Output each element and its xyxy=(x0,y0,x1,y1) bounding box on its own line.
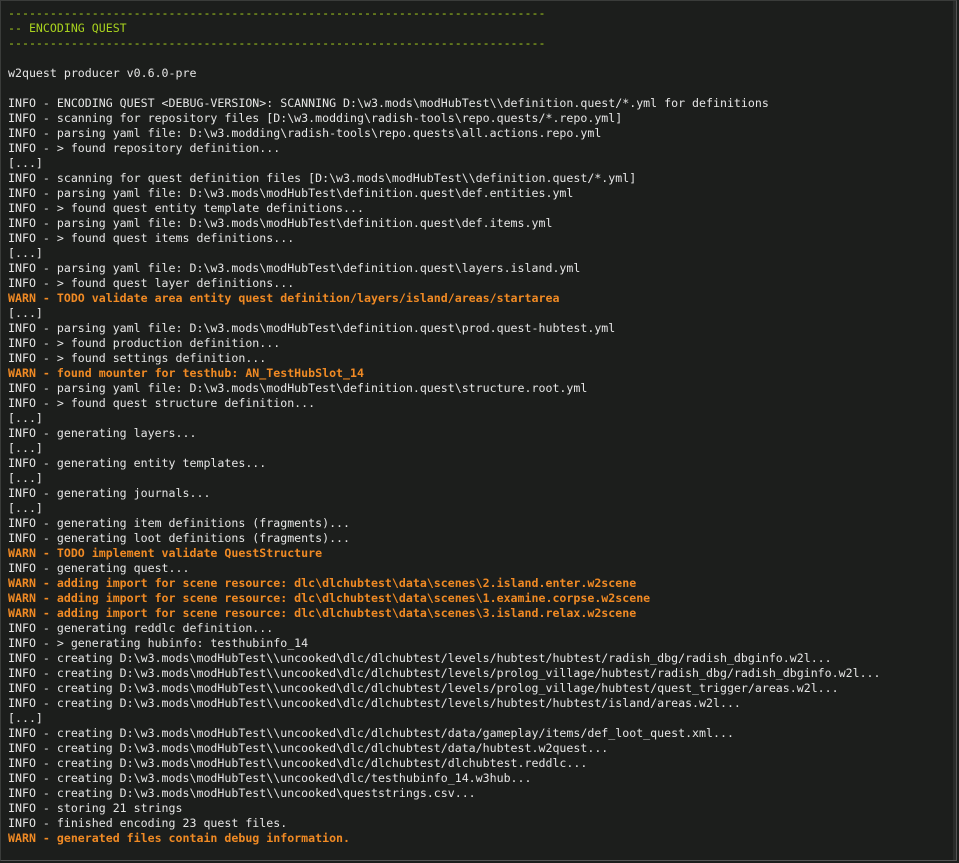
log-line: INFO - creating D:\w3.mods\modHubTest\\u… xyxy=(8,666,881,680)
log-line: INFO - generating reddlc definition... xyxy=(8,621,274,635)
log-line: [...] xyxy=(8,501,43,515)
log-line-warn: WARN - TODO validate area entity quest d… xyxy=(8,291,560,305)
log-line: INFO - > found repository definition... xyxy=(8,141,281,155)
log-line-warn: WARN - adding import for scene resource:… xyxy=(8,606,637,620)
log-line: [...] xyxy=(8,306,43,320)
log-line: INFO - creating D:\w3.mods\modHubTest\\u… xyxy=(8,726,734,740)
console-output-panel[interactable]: ----------------------------------------… xyxy=(0,0,957,861)
log-line: INFO - scanning for quest definition fil… xyxy=(8,171,637,185)
log-line: INFO - creating D:\w3.mods\modHubTest\\u… xyxy=(8,681,839,695)
log-line-warn: WARN - generated files contain debug inf… xyxy=(8,831,351,845)
log-line: INFO - generating layers... xyxy=(8,426,197,440)
log-line-warn: WARN - TODO implement validate QuestStru… xyxy=(8,546,323,560)
log-line: [...] xyxy=(8,156,43,170)
log-line: INFO - parsing yaml file: D:\w3.mods\mod… xyxy=(8,381,588,395)
log-line: INFO - creating D:\w3.mods\modHubTest\\u… xyxy=(8,741,609,755)
log-line-warn: WARN - adding import for scene resource:… xyxy=(8,576,637,590)
log-line: INFO - finished encoding 23 quest files. xyxy=(8,816,288,830)
log-line: INFO - > found quest structure definitio… xyxy=(8,396,316,410)
log-line-header: ----------------------------------------… xyxy=(8,6,546,20)
log-line: INFO - scanning for repository files [D:… xyxy=(8,111,623,125)
log-line: INFO - > found settings definition... xyxy=(8,351,267,365)
log-line: INFO - parsing yaml file: D:\w3.mods\mod… xyxy=(8,261,581,275)
log-line: w2quest producer v0.6.0-pre xyxy=(8,66,197,80)
log-line: INFO - creating D:\w3.mods\modHubTest\\u… xyxy=(8,771,532,785)
log-line: INFO - parsing yaml file: D:\w3.modding\… xyxy=(8,126,602,140)
log-line: INFO - creating D:\w3.mods\modHubTest\\u… xyxy=(8,696,741,710)
log-line-header: ----------------------------------------… xyxy=(8,36,546,50)
log-line: [...] xyxy=(8,246,43,260)
console-scrollbar-edge[interactable] xyxy=(953,1,956,860)
log-line: [...] xyxy=(8,411,43,425)
log-line: [...] xyxy=(8,711,43,725)
log-line-header: -- ENCODING QUEST xyxy=(8,21,127,35)
log-line: INFO - creating D:\w3.mods\modHubTest\\u… xyxy=(8,756,588,770)
log-line: INFO - parsing yaml file: D:\w3.mods\mod… xyxy=(8,216,553,230)
log-line: INFO - > generating hubinfo: testhubinfo… xyxy=(8,636,309,650)
log-line: INFO - generating item definitions (frag… xyxy=(8,516,351,530)
log-line: INFO - > found quest entity template def… xyxy=(8,201,364,215)
log-line: INFO - parsing yaml file: D:\w3.mods\mod… xyxy=(8,321,616,335)
log-line: [...] xyxy=(8,441,43,455)
log-line: INFO - ENCODING QUEST <DEBUG-VERSION>: S… xyxy=(8,96,769,110)
log-line: INFO - parsing yaml file: D:\w3.mods\mod… xyxy=(8,186,574,200)
log-line: INFO - generating quest... xyxy=(8,561,190,575)
log-line: INFO - > found quest items definitions..… xyxy=(8,231,295,245)
log-line: [...] xyxy=(8,471,43,485)
log-line: INFO - generating journals... xyxy=(8,486,211,500)
log-line: INFO - generating entity templates... xyxy=(8,456,267,470)
log-line: INFO - > found quest layer definitions..… xyxy=(8,276,295,290)
log-line: INFO - > found production definition... xyxy=(8,336,281,350)
log-line: INFO - creating D:\w3.mods\modHubTest\\u… xyxy=(8,651,832,665)
log-line: INFO - generating loot definitions (frag… xyxy=(8,531,351,545)
log-line-warn: WARN - found mounter for testhub: AN_Tes… xyxy=(8,366,364,380)
log-line: INFO - creating D:\w3.mods\modHubTest\\u… xyxy=(8,786,476,800)
console-log-lines: ----------------------------------------… xyxy=(8,6,952,846)
log-line-warn: WARN - adding import for scene resource:… xyxy=(8,591,651,605)
log-line: INFO - storing 21 strings xyxy=(8,801,183,815)
